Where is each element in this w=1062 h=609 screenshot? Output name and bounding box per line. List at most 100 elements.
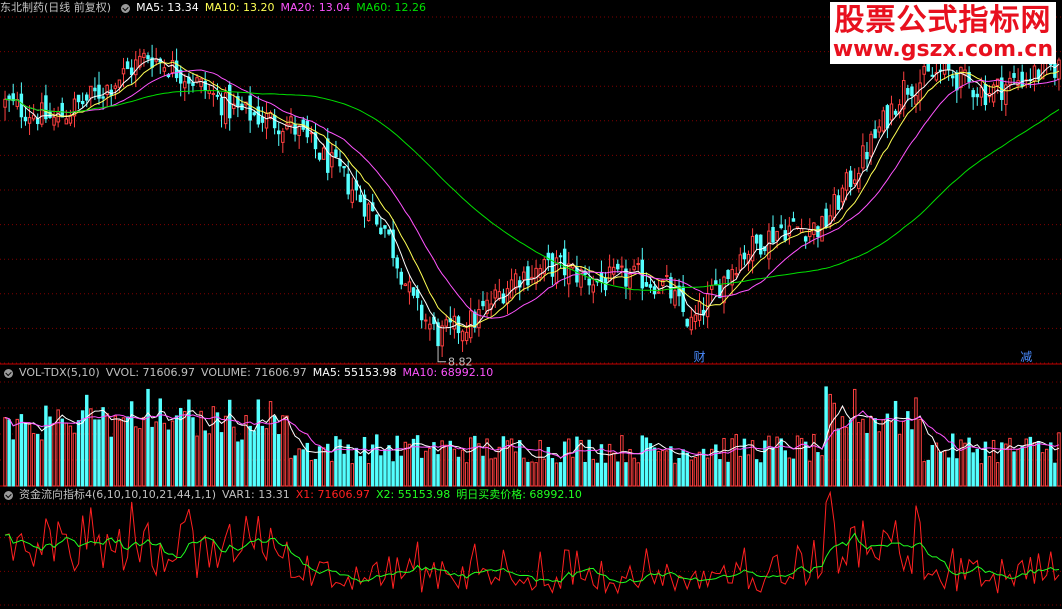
candle-body xyxy=(611,266,616,275)
volume-bar xyxy=(452,448,457,487)
candle-body xyxy=(342,166,346,169)
candles-group xyxy=(3,39,1061,358)
volume-bar xyxy=(473,435,477,487)
volume-bar xyxy=(277,434,281,487)
volume-bar xyxy=(19,414,24,487)
volume-bar xyxy=(285,415,289,487)
event-label: 财 xyxy=(693,350,705,364)
volume-bar xyxy=(199,410,203,487)
volume-ma10-readout: MA10: 68992.10 xyxy=(402,366,494,379)
volume-bar xyxy=(138,428,142,487)
candle-body xyxy=(685,318,689,327)
candle-body xyxy=(787,225,792,237)
candle-body xyxy=(219,97,224,116)
volume-bar xyxy=(236,441,240,487)
candle-body xyxy=(375,214,379,225)
volume-bar xyxy=(203,430,207,487)
watermark-url: www.gszx.com.cn xyxy=(832,37,1054,62)
volume-bar xyxy=(636,462,640,487)
volume-bar xyxy=(334,436,338,487)
candle-body xyxy=(19,93,24,118)
volume-bar xyxy=(432,442,436,487)
ma5-line xyxy=(4,58,1060,329)
settings-toggle-icon[interactable] xyxy=(121,3,131,13)
volume-bar xyxy=(918,419,922,487)
volume-bar xyxy=(44,405,48,487)
candle-body xyxy=(1008,77,1012,85)
volume-bar xyxy=(934,442,939,487)
candle-body xyxy=(791,218,796,222)
volume-bar xyxy=(448,440,453,487)
candle-body xyxy=(277,130,281,135)
volume-bars-group xyxy=(3,386,1061,487)
volume-bar xyxy=(366,462,371,487)
volume-settings-icon[interactable] xyxy=(4,368,13,378)
volume-bar xyxy=(881,419,886,487)
candle-body xyxy=(558,255,563,258)
volume-bar xyxy=(799,437,804,487)
volume-bar xyxy=(971,452,975,487)
candle-body xyxy=(742,252,747,260)
candle-body xyxy=(134,59,138,76)
volume-bar xyxy=(759,462,763,487)
candle-body xyxy=(105,84,109,95)
volume-bar xyxy=(914,397,918,487)
volume-bar xyxy=(60,418,64,487)
candle-body xyxy=(125,61,130,70)
volume-bar xyxy=(170,420,175,487)
vvol-readout: VVOL: 71606.97 xyxy=(105,366,196,379)
candle-body xyxy=(861,145,865,169)
candle-body xyxy=(497,291,502,300)
candle-body xyxy=(289,116,293,126)
volume-bar xyxy=(301,449,305,487)
volume-bar xyxy=(248,425,252,487)
volume-bar xyxy=(1004,443,1008,487)
volume-bar xyxy=(264,428,269,487)
volume-bar xyxy=(522,457,526,487)
volume-bar xyxy=(599,444,604,487)
volume-bar xyxy=(967,437,971,487)
volume-bar xyxy=(1016,448,1020,487)
volume-bar xyxy=(113,415,118,487)
volume-bar xyxy=(375,434,379,487)
candle-body xyxy=(211,92,216,95)
candle-body xyxy=(873,129,877,139)
volume-bar xyxy=(611,452,616,487)
volume-bar xyxy=(930,444,935,487)
candle-body xyxy=(1057,59,1061,80)
volume-bar xyxy=(11,439,15,487)
candle-body xyxy=(460,330,465,342)
candle-body xyxy=(710,285,714,290)
candle-body xyxy=(889,103,894,121)
volume-bar xyxy=(832,402,837,487)
volume-bar xyxy=(902,420,906,487)
ma10-line xyxy=(4,61,1060,328)
volume-bar xyxy=(877,431,881,487)
candle-body xyxy=(358,194,363,203)
candle-body xyxy=(440,325,444,347)
volume-bar xyxy=(959,439,963,487)
volume-bar xyxy=(767,435,771,487)
volume-bar xyxy=(746,454,751,487)
volume-bar xyxy=(232,426,236,487)
volume-bar xyxy=(530,461,534,487)
candle-body xyxy=(27,117,32,124)
candle-body xyxy=(689,316,694,331)
volume-bar xyxy=(873,418,877,487)
candle-body xyxy=(281,130,285,143)
indicator-settings-icon[interactable] xyxy=(4,490,13,500)
ma10-readout: MA10: 13.20 xyxy=(204,1,275,14)
volume-bar xyxy=(963,442,967,487)
candle-body xyxy=(526,266,530,286)
volume-bar xyxy=(117,419,122,487)
volume-indicator-name: VOL-TDX(5,10) xyxy=(19,366,100,379)
volume-bar xyxy=(669,446,673,487)
candle-body xyxy=(885,105,890,129)
candle-body xyxy=(481,300,485,307)
volume-bar xyxy=(632,457,636,487)
volume-bar xyxy=(219,432,224,487)
volume-bar xyxy=(35,433,40,487)
ma60-readout: MA60: 12.26 xyxy=(356,1,426,14)
volume-bar xyxy=(407,443,412,487)
volume-bar xyxy=(620,435,624,487)
